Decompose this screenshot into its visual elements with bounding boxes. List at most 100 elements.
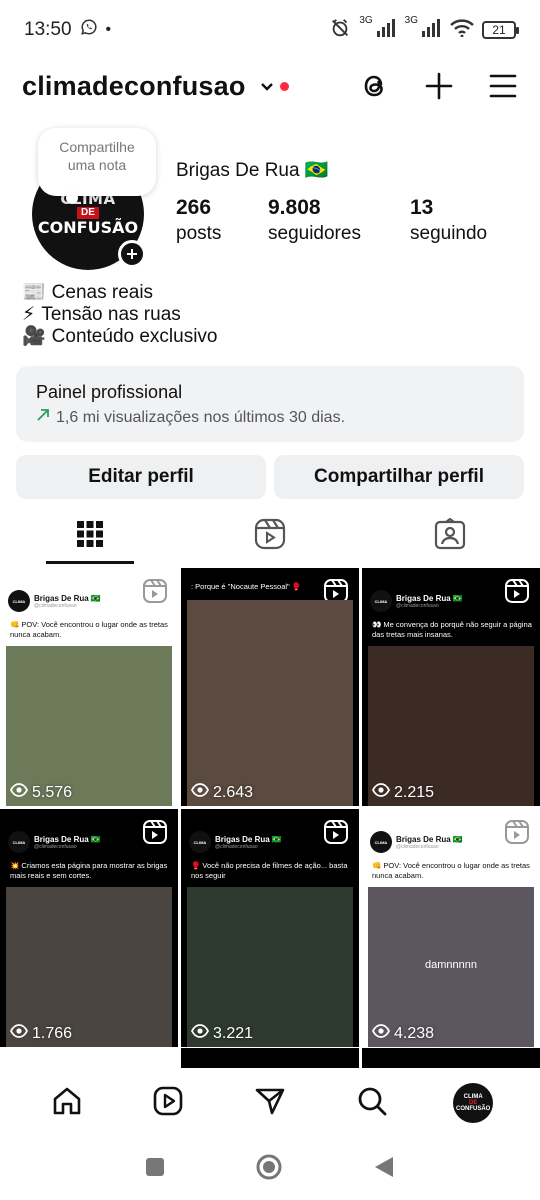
display-name: Brigas De Rua 🇧🇷 bbox=[176, 160, 329, 181]
bio-line: 📰 Cenas reais bbox=[22, 282, 218, 304]
grid-cell-partial[interactable] bbox=[0, 1048, 178, 1068]
bio-line: 🎥 Conteúdo exclusivo bbox=[22, 326, 218, 348]
view-count-value: 2.643 bbox=[213, 783, 254, 801]
stat-followers[interactable]: 9.808 seguidores bbox=[268, 195, 410, 247]
mini-avatar: CLIMA bbox=[8, 831, 30, 853]
nav-direct[interactable] bbox=[240, 1085, 300, 1122]
grid-cell-partial[interactable] bbox=[362, 1048, 540, 1068]
tab-tagged[interactable] bbox=[360, 508, 540, 564]
grid-icon bbox=[76, 520, 104, 553]
trend-up-icon bbox=[36, 408, 50, 427]
add-story-button[interactable] bbox=[118, 240, 146, 268]
eye-icon bbox=[190, 783, 210, 802]
view-count-value: 3.221 bbox=[213, 1024, 254, 1042]
post-caption: 💥 Criamos esta página para mostrar as br… bbox=[10, 861, 168, 880]
home-button[interactable] bbox=[255, 1153, 283, 1186]
stat-label: seguindo bbox=[410, 223, 488, 244]
grid-post[interactable]: CLIMA Brigas De Rua 🇧🇷 @climadeconfusao 👀 M… bbox=[362, 568, 540, 806]
post-account-handle: @climadeconfusao bbox=[34, 843, 77, 850]
search-icon bbox=[356, 1085, 388, 1122]
tab-reels[interactable] bbox=[180, 508, 360, 564]
bio-text: Tensão nas ruas bbox=[41, 304, 181, 325]
post-thumbnail bbox=[6, 646, 172, 806]
nav-profile[interactable]: CLIMA DE CONFUSÃO bbox=[443, 1083, 503, 1123]
eye-icon bbox=[9, 783, 29, 802]
post-account: CLIMA Brigas De Rua 🇧🇷 @climadeconfusao bbox=[370, 831, 463, 853]
post-thumbnail bbox=[368, 646, 534, 806]
menu-icon[interactable] bbox=[488, 71, 518, 101]
posts-grid: CLIMA Brigas De Rua 🇧🇷 @climadeconfusao 👊 P… bbox=[0, 568, 540, 1047]
post-account-name: Brigas De Rua 🇧🇷 bbox=[396, 834, 463, 844]
threads-icon[interactable] bbox=[360, 71, 390, 101]
reel-badge-icon bbox=[504, 578, 530, 609]
nav-home[interactable] bbox=[37, 1085, 97, 1122]
profile-avatar-small: CLIMA DE CONFUSÃO bbox=[453, 1083, 494, 1123]
stat-posts[interactable]: 266 posts bbox=[176, 195, 268, 247]
view-count: 2.643 bbox=[190, 783, 254, 802]
status-bar: 13:50 • 3G 3G 21 bbox=[0, 0, 540, 60]
post-account-name: Brigas De Rua 🇧🇷 bbox=[215, 834, 282, 844]
post-thumbnail bbox=[6, 887, 172, 1047]
edit-profile-button[interactable]: Editar perfil bbox=[16, 455, 266, 499]
post-account-name: Brigas De Rua 🇧🇷 bbox=[34, 834, 101, 844]
notification-dot bbox=[279, 81, 289, 91]
post-account: CLIMA Brigas De Rua 🇧🇷 @climadeconfusao bbox=[8, 831, 101, 853]
profile-stats: 266 posts 9.808 seguidores 13 seguindo bbox=[176, 195, 487, 247]
post-caption: 🥊 Você não precisa de filmes de ação... … bbox=[191, 861, 348, 880]
stat-label: seguidores bbox=[268, 223, 361, 244]
share-profile-button[interactable]: Compartilhar perfil bbox=[274, 455, 524, 499]
signal-icon bbox=[376, 18, 397, 42]
tagged-icon bbox=[434, 517, 466, 555]
note-bubble[interactable]: Compartilhe uma nota bbox=[38, 128, 156, 204]
nav-search[interactable] bbox=[342, 1085, 402, 1122]
note-text: Compartilhe uma nota bbox=[59, 139, 135, 173]
post-caption: 👊 POV: Você encontrou o lugar onde as tr… bbox=[10, 620, 168, 639]
tab-grid[interactable] bbox=[0, 508, 180, 564]
nav-reels[interactable] bbox=[138, 1085, 198, 1122]
grid-cell-partial[interactable] bbox=[181, 1048, 359, 1068]
eye-icon bbox=[190, 1024, 210, 1043]
mini-avatar: CLIMA bbox=[189, 831, 211, 853]
post-account-handle: @climadeconfusao bbox=[215, 843, 258, 850]
signal-icon bbox=[422, 18, 442, 42]
eye-icon bbox=[9, 1024, 29, 1043]
back-button[interactable] bbox=[373, 1155, 395, 1184]
account-switcher[interactable]: climadeconfusao bbox=[22, 71, 246, 102]
profile-header: climadeconfusao bbox=[0, 62, 540, 110]
recent-apps-button[interactable] bbox=[145, 1157, 165, 1182]
professional-dashboard[interactable]: Painel profissional 1,6 mi visualizações… bbox=[16, 366, 524, 442]
home-icon bbox=[51, 1085, 83, 1122]
post-account-handle: @climadeconfusao bbox=[34, 602, 77, 609]
post-thumbnail bbox=[187, 600, 353, 806]
system-navigation bbox=[0, 1138, 540, 1200]
chevron-down-icon[interactable] bbox=[260, 79, 274, 97]
stat-following[interactable]: 13 seguindo bbox=[410, 195, 487, 247]
panel-subtitle: 1,6 mi visualizações nos últimos 30 dias… bbox=[36, 408, 504, 427]
post-account-handle: @climadeconfusao bbox=[396, 602, 439, 609]
grid-post[interactable]: : Porque é "Nocaute Pessoal" 🥊 2.643 bbox=[181, 568, 359, 806]
profile-actions: Editar perfil Compartilhar perfil bbox=[16, 455, 524, 499]
post-account-name: Brigas De Rua 🇧🇷 bbox=[34, 593, 101, 603]
post-caption: 👊 POV: Você encontrou o lugar onde as tr… bbox=[372, 861, 530, 880]
view-count: 1.766 bbox=[9, 1024, 73, 1043]
grid-post[interactable]: CLIMA Brigas De Rua 🇧🇷 @climadeconfusao 💥 C… bbox=[0, 809, 178, 1047]
newspaper-icon: 📰 bbox=[22, 282, 46, 303]
post-account: CLIMA Brigas De Rua 🇧🇷 @climadeconfusao bbox=[370, 590, 463, 612]
grid-post[interactable]: CLIMA Brigas De Rua 🇧🇷 @climadeconfusao 👊 P… bbox=[0, 568, 178, 806]
panel-title: Painel profissional bbox=[36, 382, 183, 402]
battery-level: 21 bbox=[492, 23, 506, 37]
status-time: 13:50 bbox=[24, 19, 72, 40]
view-count-value: 1.766 bbox=[32, 1024, 73, 1042]
avatar-mini-text-3: CONFUSÃO bbox=[456, 1106, 491, 1112]
dot-icon: • bbox=[105, 21, 112, 38]
whatsapp-icon bbox=[80, 18, 98, 42]
mini-avatar: CLIMA bbox=[8, 590, 30, 612]
grid-post[interactable]: CLIMA Brigas De Rua 🇧🇷 @climadeconfusao 👊 P… bbox=[362, 809, 540, 1047]
wifi-icon bbox=[450, 18, 474, 42]
video-text-overlay: damnnnnn bbox=[425, 959, 477, 971]
add-content-button[interactable] bbox=[424, 71, 454, 101]
avatar-text-2: DE bbox=[77, 206, 99, 219]
mini-avatar: CLIMA bbox=[370, 590, 392, 612]
grid-post[interactable]: CLIMA Brigas De Rua 🇧🇷 @climadeconfusao 🥊 V… bbox=[181, 809, 359, 1047]
reel-badge-icon bbox=[504, 819, 530, 850]
